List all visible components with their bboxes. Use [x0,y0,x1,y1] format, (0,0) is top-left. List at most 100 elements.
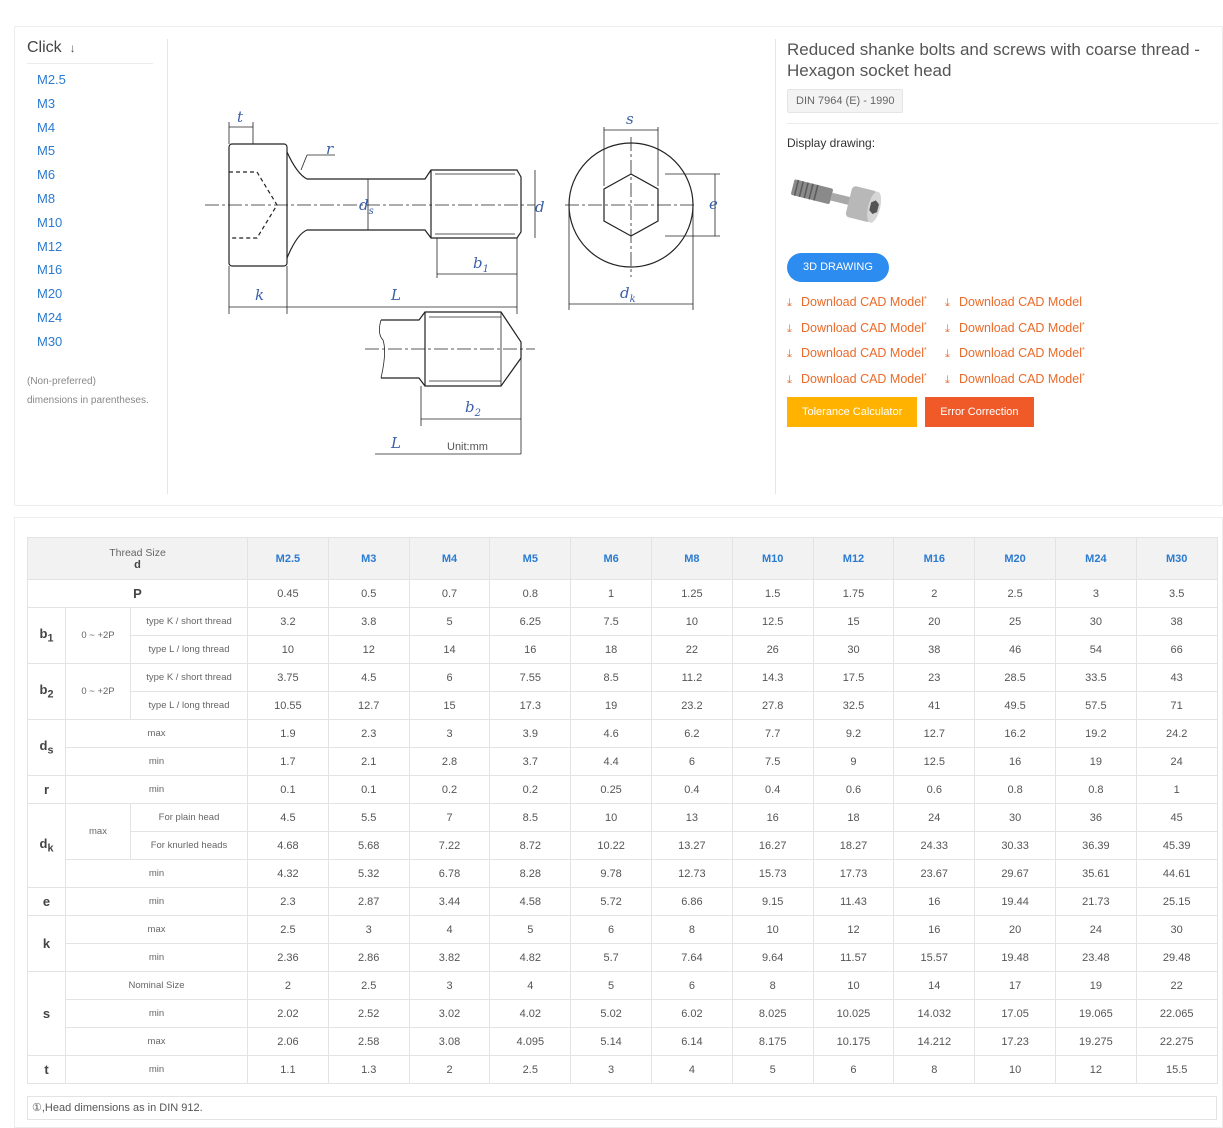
sidebar-item-m6[interactable]: M6 [27,163,167,187]
sidebar-item-m12[interactable]: M12 [27,235,167,259]
value-cell: 15 [408,691,491,720]
value-cell: 49.5 [974,691,1056,720]
error-correction-button[interactable]: Error Correction [925,397,1034,427]
download-cad-link[interactable]: ⤓ Download CAD Model* [787,290,945,311]
value-cell: 3.82 [408,943,491,972]
value-cell: 4.5 [327,663,410,692]
value-cell: 3.08 [408,1027,491,1056]
label-ds: ds [359,196,374,217]
sidebar-item-m5[interactable]: M5 [27,139,167,163]
value-cell: 2.8 [408,747,491,776]
value-cell: 9.64 [731,943,814,972]
value-cell: 14.3 [731,663,814,692]
value-cell: 18 [812,803,895,832]
param-name: e [42,894,51,909]
download-mark: * [923,347,927,354]
value-cell: 5.5 [327,803,410,832]
value-cell: 1 [1135,775,1218,804]
value-cell: 0.8 [1054,775,1137,804]
value-cell: 1.25 [651,579,733,608]
download-mark: * [923,321,927,329]
value-cell: 19.2 [1054,719,1137,748]
value-cell: 8 [893,1055,976,1084]
product-card: Click ↓ M2.5 M3 M4 M5 M6 M8 M10 M12 M16 M20 M24 M30… [14,26,1223,506]
sidebar-item-m2-5[interactable]: M2.5 [27,68,167,92]
value-cell: 5 [489,915,572,944]
display-drawing-label: Display drawing: [787,136,876,150]
value-cell: 16 [489,635,572,664]
3d-drawing-button[interactable]: 3D DRAWING [787,253,889,282]
value-cell: 1.9 [247,719,329,748]
download-icon: ⤓ [787,322,792,335]
value-cell: 8 [651,915,733,944]
download-cad-link[interactable]: ⤓ Download CAD Model* [945,367,1105,388]
param-name: b2 [39,682,54,701]
sidebar-item-m4[interactable]: M4 [27,116,167,140]
table-row: min 1.7 2.1 2.8 3.7 4.4 6 7.5 9 12.5 16 19 24 [28,747,1218,776]
sidebar-item-m10[interactable]: M10 [27,211,167,235]
size-header: M12 [812,537,895,580]
download-icon: ⤓ [945,348,950,361]
sidebar-item-m3[interactable]: M3 [27,92,167,116]
value-cell: 24.2 [1135,719,1218,748]
value-cell: 17.3 [489,691,572,720]
sub-label-cell: max [64,1027,249,1056]
download-mark: * [923,296,927,303]
bolt-head-top-view [565,127,720,310]
value-cell: 3.75 [247,663,329,692]
download-cad-link[interactable]: ⤓ Download CAD Model* [945,341,1105,362]
value-cell: 1 [570,579,652,608]
spec-table-card: Thread Size d M2.5 M3 M4 M5 M6 M8 M10 M12 M16 M20 M2… [14,517,1223,1128]
download-mark: * [1081,321,1085,329]
label-t: t [237,108,244,126]
value-cell: 9.2 [812,719,895,748]
sidebar-item-m16[interactable]: M16 [27,258,167,282]
value-cell: 18 [570,635,652,664]
download-cad-link[interactable]: ⤓ Download CAD Model* [787,316,945,337]
size-header: M3 [327,537,410,580]
value-cell: 16 [731,803,814,832]
sidebar-item-m8[interactable]: M8 [27,187,167,211]
value-cell: 0.7 [408,579,491,608]
sidebar-note: (Non-preferred) dimensions in parenthese… [27,372,167,410]
download-icon: ⤓ [945,373,950,386]
size-header: M30 [1135,537,1218,580]
arrow-down-icon: ↓ [69,41,76,55]
download-label: Download CAD Model [801,320,924,335]
sidebar-item-m24[interactable]: M24 [27,306,167,330]
value-cell: 0.6 [812,775,895,804]
size-header: M4 [408,537,491,580]
range-cell: 0 ~ +2P [65,663,131,720]
param-name-cell: P [26,579,249,608]
sub-label-cell: max [64,719,249,748]
value-cell: 3.9 [489,719,572,748]
value-cell: 5.02 [570,999,652,1028]
download-cad-link[interactable]: ⤓ Download CAD Model* [787,367,945,388]
value-cell: 16 [893,887,976,916]
value-cell: 24.33 [893,831,976,860]
download-cad-link[interactable]: ⤓ Download CAD Model [945,290,1105,311]
download-icon: ⤓ [787,373,792,386]
value-cell: 66 [1135,635,1218,664]
download-cad-link[interactable]: ⤓ Download CAD Model* [945,316,1105,337]
value-cell: 8.5 [489,803,572,832]
technical-drawing: t r ds d b1 k L s e dk b2 L [205,108,720,455]
download-cad-link[interactable]: ⤓ Download CAD Model* [787,341,945,362]
value-cell: 10 [247,635,329,664]
value-cell: 30 [812,635,895,664]
param-name-cell: dk [27,803,66,888]
value-cell: 27.8 [731,691,814,720]
value-cell: 0.2 [489,775,572,804]
value-cell: 12 [1054,1055,1137,1084]
bolt-thumbnail[interactable] [787,164,887,234]
sidebar-item-m30[interactable]: M30 [27,330,167,354]
table-row: min 4.32 5.32 6.78 8.28 9.78 12.73 15.73 17.73 23… [28,859,1218,888]
value-cell: 13 [651,803,733,832]
tolerance-calculator-button[interactable]: Tolerance Calculator [787,397,918,427]
param-name: b1 [39,626,54,645]
sidebar-item-m20[interactable]: M20 [27,282,167,306]
value-cell: 22.065 [1135,999,1218,1028]
sidebar-title-label: Click [27,39,62,56]
value-cell: 19 [570,691,652,720]
value-cell: 0.4 [731,775,814,804]
